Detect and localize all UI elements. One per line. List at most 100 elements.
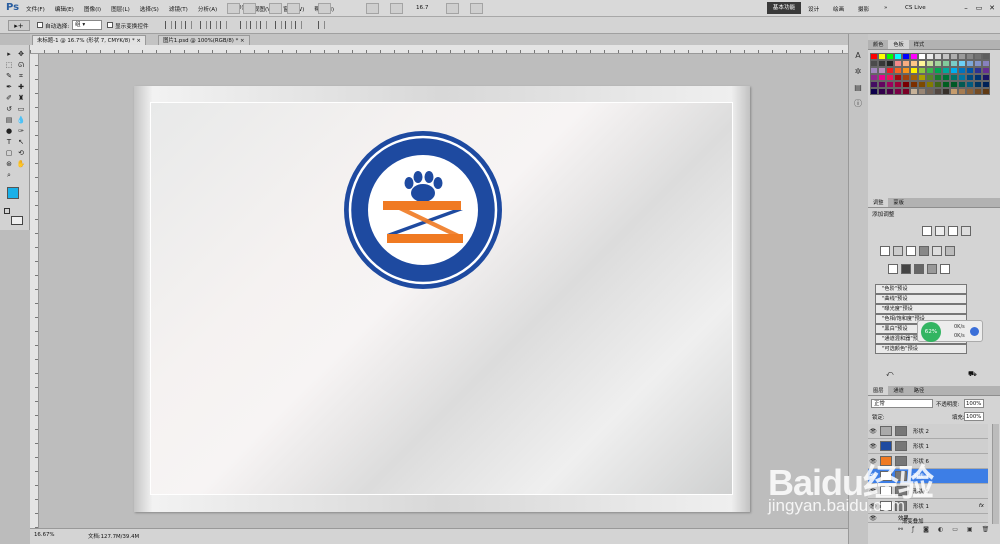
- distribute-top-icon[interactable]: [240, 21, 247, 29]
- workspace-essentials[interactable]: 基本功能: [767, 2, 801, 14]
- swatch-37[interactable]: [926, 67, 934, 74]
- opacity-input[interactable]: 100%: [964, 399, 984, 408]
- rotate-view-icon[interactable]: [446, 3, 459, 14]
- swatch-58[interactable]: [974, 74, 982, 81]
- tab-styles[interactable]: 样式: [909, 40, 929, 49]
- swatch-3[interactable]: [894, 53, 902, 60]
- close-icon[interactable]: ✕: [986, 3, 998, 13]
- menu-item-3[interactable]: 图层(L): [111, 5, 130, 13]
- swatch-65[interactable]: [910, 81, 918, 88]
- preset-item[interactable]: "色阶"预设: [875, 284, 967, 294]
- workspace-design[interactable]: 设计: [808, 5, 819, 13]
- swatch-7[interactable]: [926, 53, 934, 60]
- swatch-60[interactable]: [870, 81, 878, 88]
- swatch-54[interactable]: [942, 74, 950, 81]
- swatch-64[interactable]: [902, 81, 910, 88]
- hand-tool-icon[interactable]: [318, 3, 331, 14]
- swatch-22[interactable]: [926, 60, 934, 67]
- healing-brush-icon[interactable]: ✚: [16, 82, 26, 92]
- swatch-56[interactable]: [958, 74, 966, 81]
- shape-tool-icon[interactable]: ▢: [4, 148, 14, 158]
- swatch-62[interactable]: [886, 81, 894, 88]
- swatch-12[interactable]: [966, 53, 974, 60]
- swatch-49[interactable]: [902, 74, 910, 81]
- swatch-0[interactable]: [870, 53, 878, 60]
- preset-item[interactable]: "可选颜色"预设: [875, 344, 967, 354]
- blur-tool-icon[interactable]: 💧: [16, 115, 26, 125]
- swatch-76[interactable]: [878, 88, 886, 95]
- workspace-photography[interactable]: 摄影: [858, 5, 869, 13]
- swatch-24[interactable]: [942, 60, 950, 67]
- zoom-tool-icon[interactable]: ⌕: [4, 170, 14, 180]
- swatch-23[interactable]: [934, 60, 942, 67]
- restore-icon[interactable]: ▭: [973, 3, 985, 13]
- menu-item-0[interactable]: 文件(F): [26, 5, 45, 13]
- swatch-41[interactable]: [958, 67, 966, 74]
- swatch-grid[interactable]: [870, 53, 996, 95]
- swatch-70[interactable]: [950, 81, 958, 88]
- swatch-39[interactable]: [942, 67, 950, 74]
- swatch-34[interactable]: [902, 67, 910, 74]
- menu-item-6[interactable]: 分析(A): [198, 5, 217, 13]
- swatch-82[interactable]: [926, 88, 934, 95]
- align-left-icon[interactable]: [200, 21, 207, 29]
- swatch-32[interactable]: [886, 67, 894, 74]
- align-right-icon[interactable]: [220, 21, 227, 29]
- quick-mask-icon[interactable]: [11, 216, 23, 225]
- swatch-29[interactable]: [982, 60, 990, 67]
- distribute-left-icon[interactable]: [275, 21, 282, 29]
- brush-panel-icon[interactable]: ✲: [852, 66, 864, 78]
- bridge-icon[interactable]: [227, 3, 240, 14]
- swatch-18[interactable]: [894, 60, 902, 67]
- swatch-53[interactable]: [934, 74, 942, 81]
- swatch-69[interactable]: [942, 81, 950, 88]
- menu-item-5[interactable]: 滤镜(T): [169, 5, 188, 13]
- swatch-46[interactable]: [878, 74, 886, 81]
- preset-item[interactable]: "曲线"预设: [875, 294, 967, 304]
- align-vcenter-icon[interactable]: [175, 21, 182, 29]
- swatch-36[interactable]: [918, 67, 926, 74]
- move-tool-preset-icon[interactable]: ▸+: [8, 20, 30, 31]
- swatch-77[interactable]: [886, 88, 894, 95]
- history-brush-icon[interactable]: ↺: [4, 104, 14, 114]
- photo-filter-icon[interactable]: [932, 246, 942, 256]
- 3d-camera-icon[interactable]: ⊛: [4, 159, 14, 169]
- channel-mixer-icon[interactable]: [945, 246, 955, 256]
- swatch-52[interactable]: [926, 74, 934, 81]
- fill-input[interactable]: 100%: [964, 412, 984, 421]
- brightness-icon[interactable]: [922, 226, 932, 236]
- dodge-tool-icon[interactable]: ●: [4, 126, 14, 136]
- swatch-1[interactable]: [878, 53, 886, 60]
- distribute-vcenter-icon[interactable]: [250, 21, 257, 29]
- tab-layers[interactable]: 图层: [868, 386, 889, 395]
- clone-stamp-icon[interactable]: ♜: [16, 93, 26, 103]
- swatch-20[interactable]: [910, 60, 918, 67]
- type-tool-icon[interactable]: T: [4, 137, 14, 147]
- preset-item[interactable]: "曝光度"预设: [875, 304, 967, 314]
- threshold-icon[interactable]: [914, 264, 924, 274]
- swatch-55[interactable]: [950, 74, 958, 81]
- tab-color[interactable]: 颜色: [868, 40, 888, 49]
- menu-item-4[interactable]: 选择(S): [140, 5, 159, 13]
- gradient-tool-icon[interactable]: ▤: [4, 115, 14, 125]
- swatch-33[interactable]: [894, 67, 902, 74]
- swatch-19[interactable]: [902, 60, 910, 67]
- vibrance-icon[interactable]: [880, 246, 890, 256]
- swatch-80[interactable]: [910, 88, 918, 95]
- tab-masks[interactable]: 蒙版: [888, 198, 908, 207]
- swatch-72[interactable]: [966, 81, 974, 88]
- swatch-61[interactable]: [878, 81, 886, 88]
- blend-mode-select[interactable]: 正常: [871, 399, 933, 408]
- swatch-2[interactable]: [886, 53, 894, 60]
- hue-saturation-icon[interactable]: [893, 246, 903, 256]
- swatch-44[interactable]: [982, 67, 990, 74]
- swatch-63[interactable]: [894, 81, 902, 88]
- swatch-68[interactable]: [934, 81, 942, 88]
- swatch-75[interactable]: [870, 88, 878, 95]
- swatch-30[interactable]: [870, 67, 878, 74]
- distribute-hcenter-icon[interactable]: [285, 21, 292, 29]
- align-bottom-icon[interactable]: [185, 21, 192, 29]
- swatch-86[interactable]: [958, 88, 966, 95]
- swatch-40[interactable]: [950, 67, 958, 74]
- adjust-return-icon[interactable]: ⤺: [886, 370, 893, 379]
